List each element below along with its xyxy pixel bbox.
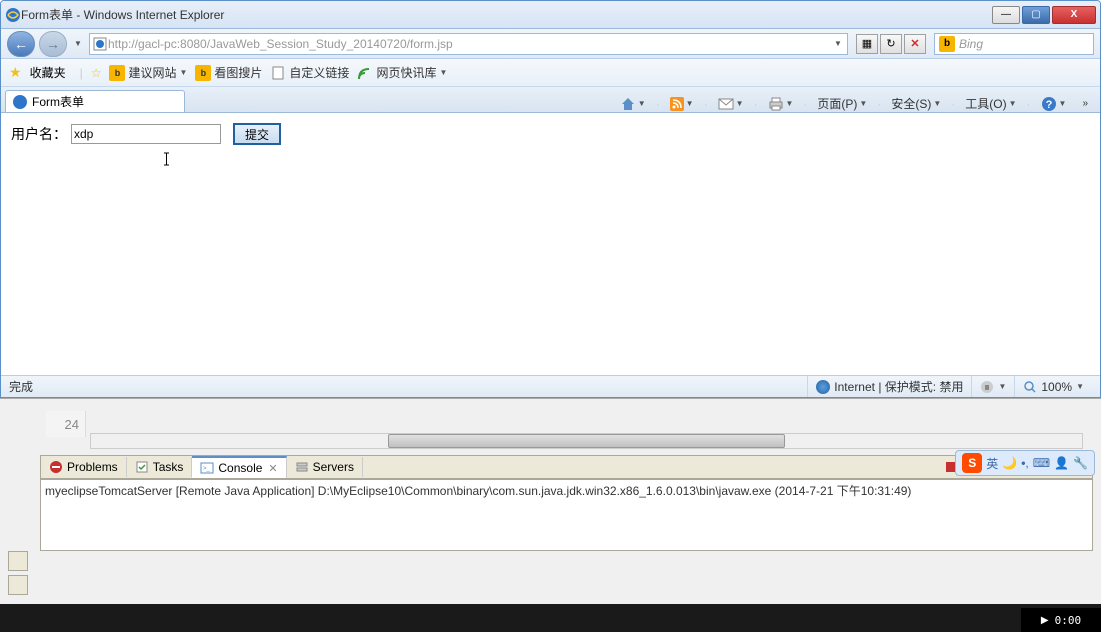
bing-icon: b [939, 36, 955, 52]
problems-icon [49, 460, 63, 474]
favorites-bar: ★ 收藏夹 | ☆ b 建议网站 ▼ b 看图搜片 自定义链接 网页快讯库 ▼ [1, 59, 1100, 87]
stop-button[interactable]: ✕ [904, 34, 926, 54]
servers-tab[interactable]: Servers [287, 457, 363, 477]
tab-close-icon[interactable]: ✕ [268, 462, 277, 475]
window-title: Form表单 - Windows Internet Explorer [21, 6, 992, 23]
maximize-button[interactable]: ▢ [1022, 6, 1050, 24]
ide-area: 24 Problems Tasks >_ Console ✕ [0, 398, 1101, 632]
ide-panel-tabs: Problems Tasks >_ Console ✕ Servers ✕ ⋈ … [40, 455, 1093, 479]
protected-mode-button[interactable]: ▼ [971, 376, 1014, 397]
forward-button[interactable]: → [39, 31, 67, 57]
refresh-button[interactable]: ↻ [880, 34, 902, 54]
ime-moon-icon[interactable]: 🌙 [1002, 456, 1017, 470]
back-button[interactable]: ← [7, 31, 35, 57]
favorites-label[interactable]: 收藏夹 [30, 64, 66, 81]
nav-history-dropdown[interactable]: ▼ [71, 31, 85, 57]
globe-icon [816, 380, 830, 394]
username-label: 用户名： [11, 124, 67, 144]
page-content: 用户名： 提交 [1, 113, 1100, 375]
zoom-control[interactable]: 100% ▼ [1014, 376, 1092, 397]
search-placeholder: Bing [959, 37, 983, 51]
status-bar: 完成 Internet | 保护模式: 禁用 ▼ 100% ▼ [1, 375, 1100, 397]
minimize-button[interactable]: — [992, 6, 1020, 24]
servers-icon [295, 460, 309, 474]
form-row: 用户名： 提交 [11, 123, 1090, 145]
home-button[interactable]: ▼ [620, 96, 646, 112]
tasks-tab[interactable]: Tasks [127, 457, 193, 477]
tray-arrow-icon[interactable]: ▶ [1041, 615, 1049, 626]
tasks-icon [135, 460, 149, 474]
search-bar[interactable]: b Bing [934, 33, 1094, 55]
fav-image-search[interactable]: b 看图搜片 [195, 64, 262, 81]
username-input[interactable] [71, 124, 221, 144]
page-menu[interactable]: 页面(P)▼ [817, 95, 867, 112]
fav-suggested-sites[interactable]: b 建议网站 ▼ [109, 64, 187, 81]
compat-view-button[interactable]: ▦ [856, 34, 878, 54]
console-tab[interactable]: >_ Console ✕ [192, 456, 286, 478]
console-output[interactable]: myeclipseTomcatServer [Remote Java Appli… [40, 479, 1093, 551]
fav-web-slice[interactable]: 网页快讯库 ▼ [357, 64, 447, 81]
webslice-icon [357, 65, 373, 81]
system-tray[interactable]: ▶ 0:00 [1021, 608, 1101, 632]
side-tab-2[interactable] [8, 575, 28, 595]
bing-small-icon: b [195, 65, 211, 81]
chevron-down-icon: ▼ [179, 68, 187, 77]
print-button[interactable]: ▼ [768, 97, 794, 111]
scrollbar-thumb[interactable] [388, 434, 784, 448]
browser-tab[interactable]: Form表单 [5, 90, 185, 112]
navigation-bar: ← → ▼ http://gacl-pc:8080/JavaWeb_Sessio… [1, 29, 1100, 59]
tab-label: Form表单 [32, 93, 84, 110]
fav-custom-link[interactable]: 自定义链接 [270, 64, 349, 81]
browser-window: Form表单 - Windows Internet Explorer — ▢ X… [0, 0, 1101, 398]
favorites-star-icon[interactable]: ★ [9, 64, 22, 81]
clock: 0:00 [1055, 614, 1082, 627]
ie-icon [5, 7, 21, 23]
page-favicon-icon [92, 36, 108, 52]
sogou-logo-icon: S [962, 453, 982, 473]
url-dropdown[interactable]: ▼ [831, 31, 845, 57]
address-bar[interactable]: http://gacl-pc:8080/JavaWeb_Session_Stud… [89, 33, 848, 55]
titlebar: Form表单 - Windows Internet Explorer — ▢ X [1, 1, 1100, 29]
close-button[interactable]: X [1052, 6, 1096, 24]
console-icon: >_ [200, 461, 214, 475]
tab-favicon-icon [12, 94, 28, 110]
add-favorite-icon[interactable]: ☆ [91, 66, 102, 80]
help-button[interactable]: ? ▼ [1041, 96, 1067, 112]
page-icon [270, 65, 286, 81]
url-action-buttons: ▦ ↻ ✕ [856, 34, 926, 54]
status-text: 完成 [9, 378, 807, 395]
problems-tab[interactable]: Problems [41, 457, 127, 477]
ime-settings-icon[interactable]: 🔧 [1073, 456, 1088, 470]
tools-menu[interactable]: 工具(O)▼ [965, 95, 1016, 112]
url-text: http://gacl-pc:8080/JavaWeb_Session_Stud… [108, 37, 831, 51]
ime-keyboard-icon[interactable]: ⌨ [1033, 456, 1050, 470]
horizontal-scrollbar[interactable] [90, 433, 1083, 449]
internet-zone[interactable]: Internet | 保护模式: 禁用 [807, 376, 971, 397]
ime-punct-icon[interactable]: •, [1021, 456, 1029, 470]
mail-button[interactable]: ▼ [718, 97, 744, 111]
side-tab-1[interactable] [8, 551, 28, 571]
bottom-strip [0, 604, 1101, 632]
ime-user-icon[interactable]: 👤 [1054, 456, 1069, 470]
ime-lang[interactable]: 英 [986, 455, 998, 472]
submit-button[interactable]: 提交 [233, 123, 281, 145]
svg-text:?: ? [1045, 99, 1052, 111]
expand-button[interactable]: » [1082, 98, 1088, 109]
chevron-down-icon: ▼ [439, 68, 447, 77]
feeds-button[interactable]: ▼ [670, 97, 694, 111]
safety-menu[interactable]: 安全(S)▼ [891, 95, 941, 112]
window-controls: — ▢ X [992, 6, 1096, 24]
line-number-gutter: 24 [46, 411, 86, 437]
ime-bar[interactable]: S 英 🌙 •, ⌨ 👤 🔧 [955, 450, 1095, 476]
side-tabs [0, 551, 36, 595]
svg-text:>_: >_ [203, 466, 211, 472]
command-bar: ▼ · ▼ · ▼ · ▼ · 页面(P)▼ · 安全(S)▼ [620, 95, 1096, 112]
tab-bar: Form表单 ▼ · ▼ · ▼ · ▼ · 页面(P [1, 87, 1100, 113]
bing-small-icon: b [109, 65, 125, 81]
